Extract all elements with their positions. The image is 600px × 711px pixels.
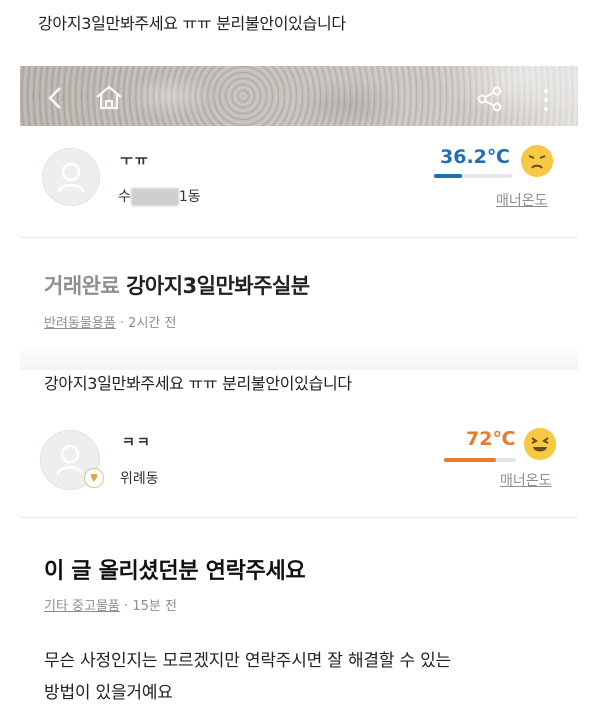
post-category[interactable]: 반려동물용품 [44, 316, 116, 331]
post-time: · 15분 전 [124, 599, 177, 614]
divider [20, 237, 578, 238]
post-time: · 2시간 전 [119, 316, 177, 331]
post-title: 이 글 올리셨던분 연락주세요 [44, 559, 306, 584]
top-caption: 강아지3일만봐주세요 ㅠㅠ 분리불안이있습니다 [38, 14, 346, 33]
manner-temperature: 36.2℃ [440, 146, 510, 168]
laughing-face-icon [524, 428, 556, 460]
frown-face-icon [521, 145, 553, 177]
post-meta: 기타 중고물품 · 15분 전 [44, 595, 177, 614]
temperature-bar [434, 174, 512, 178]
fade-band [20, 345, 578, 370]
share-icon[interactable] [476, 86, 504, 116]
post-title-text: 강아지3일만봐주실분 [126, 274, 310, 298]
manner-temperature: 72℃ [466, 428, 516, 450]
badge-icon [84, 468, 104, 488]
temperature-bar [444, 458, 516, 462]
person-icon [57, 162, 85, 193]
seller-avatar[interactable] [42, 148, 100, 206]
temperature-bar-fill [434, 174, 463, 178]
more-vertical-icon[interactable] [542, 88, 550, 116]
blurred-text [130, 187, 179, 206]
seller-location: 위례동 [120, 471, 159, 487]
seller-name: ㅋㅋ [122, 435, 152, 451]
product-photo[interactable] [20, 66, 578, 126]
back-arrow-icon[interactable] [46, 86, 64, 114]
seller-location-prefix: 수 [118, 189, 131, 205]
manner-label[interactable]: 매너온도 [496, 190, 548, 210]
home-icon[interactable] [94, 84, 124, 114]
mid-caption: 강아지3일만봐주세요 ㅠㅠ 분리불안이있습니다 [44, 374, 352, 393]
trade-status: 거래완료 [44, 274, 120, 298]
person-icon [56, 444, 84, 475]
post-meta: 반려동물용품 · 2시간 전 [44, 312, 176, 331]
post-title: 거래완료 강아지3일만봐주실분 [44, 270, 310, 300]
seller-name: ㅜㅠ [120, 153, 150, 169]
seller-location-suffix: 1동 [178, 189, 201, 205]
manner-label[interactable]: 매너온도 [500, 470, 552, 490]
post-body: 무슨 사정인지는 모르겠지만 연락주시면 잘 해결할 수 있는 방법이 있을거예… [44, 645, 584, 709]
post-body-line: 방법이 있을거예요 [44, 683, 173, 703]
post-body-line: 무슨 사정인지는 모르겠지만 연락주시면 잘 해결할 수 있는 [44, 651, 451, 671]
post-category[interactable]: 기타 중고물품 [44, 599, 120, 614]
divider [20, 517, 578, 518]
seller-location: 수 1동 [118, 186, 201, 206]
temperature-bar-fill [444, 458, 496, 462]
